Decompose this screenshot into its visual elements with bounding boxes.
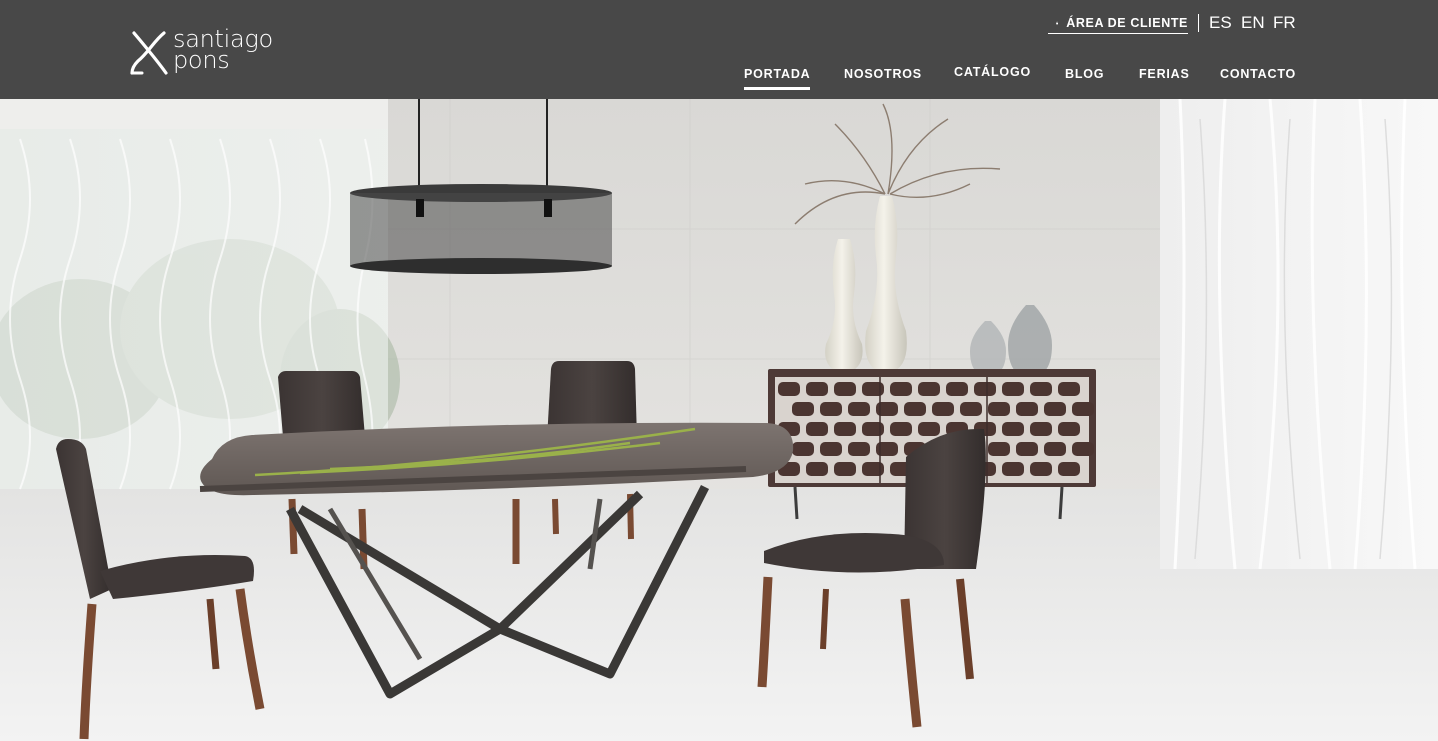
nav-item-nosotros[interactable]: NOSOTROS [844, 67, 922, 87]
language-fr-link[interactable]: FR [1273, 13, 1296, 33]
nav-item-ferias[interactable]: FERIAS [1139, 67, 1190, 87]
language-divider [1198, 14, 1199, 32]
nav-item-blog[interactable]: BLOG [1065, 67, 1104, 87]
language-es-link[interactable]: ES [1209, 13, 1232, 33]
client-area-link[interactable]: ÁREA DE CLIENTE [1048, 12, 1188, 34]
language-en-link[interactable]: EN [1241, 13, 1265, 33]
dining-room-scene [0, 99, 1438, 741]
lock-icon [1056, 21, 1059, 24]
nav-item-catalogo[interactable]: CATÁLOGO [954, 65, 1031, 85]
site-header: santiago pons ÁREA DE CLIENTE ES EN FR P… [0, 0, 1438, 99]
nav-item-portada[interactable]: PORTADA [744, 67, 811, 90]
main-navigation: PORTADA NOSOTROS CATÁLOGO BLOG FERIAS CO… [0, 62, 1438, 92]
nav-item-contacto[interactable]: CONTACTO [1220, 67, 1296, 87]
client-area-label: ÁREA DE CLIENTE [1066, 15, 1188, 30]
hero-image [0, 99, 1438, 741]
